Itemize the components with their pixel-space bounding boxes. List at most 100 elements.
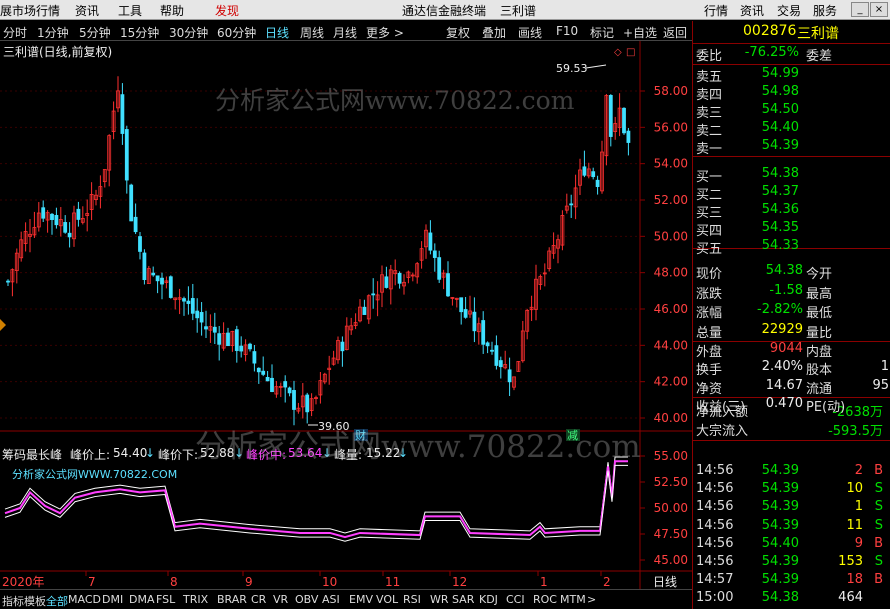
candle-body — [463, 309, 468, 318]
kline-svg[interactable]: 三利谱(日线,前复权) 58.00 56.00 54.00 52.00 50.00 48.… — [0, 41, 692, 589]
indicator-tab[interactable]: BRAR — [217, 593, 247, 606]
menu-help[interactable]: 帮助 — [160, 2, 184, 19]
tab-trade[interactable]: 交易 — [777, 2, 801, 19]
tab-service[interactable]: 服务 — [813, 2, 837, 19]
toolbar-back[interactable]: 返回 — [663, 24, 687, 41]
period-1min[interactable]: 1分钟 — [37, 24, 69, 41]
tick-row: 14:56 54.39 2 B — [693, 463, 890, 481]
indicator-tab[interactable]: TRIX — [183, 593, 208, 606]
indicator-tab[interactable]: 模板 — [24, 593, 46, 609]
price-tick-label: 44.00 — [654, 338, 688, 352]
buy-level-row: 买四 54.35 — [693, 220, 890, 239]
chart-title: 三利谱(日线,前复权) — [3, 44, 112, 59]
candle-body — [622, 107, 626, 134]
stat-value: 1 — [880, 359, 889, 374]
toolbar-mark[interactable]: 标记 — [590, 24, 614, 41]
buy-level-row: 买三 54.36 — [693, 202, 890, 221]
tick-time: 14:56 — [696, 481, 734, 497]
indicator-tab[interactable]: WR — [430, 593, 449, 606]
toolbar-overlay[interactable]: 叠加 — [482, 24, 506, 41]
tick-price: 54.39 — [761, 517, 799, 533]
menu-tools[interactable]: 工具 — [118, 2, 142, 19]
indicator-tab[interactable]: OBV — [295, 593, 318, 606]
indicator-tab[interactable]: CR — [251, 593, 266, 606]
indicator-tab[interactable]: VR — [273, 593, 288, 606]
indicator-tab[interactable]: CCI — [506, 593, 525, 606]
indicator-header: 筹码最长峰 峰价上: 54.40 ↓ 峰价下: 52.88 ↓ 峰价中: 53.… — [0, 446, 640, 462]
period-5min[interactable]: 5分钟 — [79, 24, 111, 41]
indicator-tab[interactable]: 全部 — [46, 593, 68, 609]
candle-body — [472, 311, 477, 332]
indicator-tab[interactable]: MTM — [560, 593, 586, 606]
menu-market[interactable]: 展市场行情 — [0, 2, 60, 19]
stat-value: 95 — [872, 377, 889, 393]
x-axis-month: 8 — [170, 575, 178, 589]
indicator-tab[interactable]: RSI — [403, 593, 421, 606]
period-30min[interactable]: 30分钟 — [169, 24, 208, 41]
indicator-tab[interactable]: ASI — [322, 593, 340, 606]
indicator-tab[interactable]: DMI — [102, 593, 123, 606]
menu-news[interactable]: 资讯 — [75, 2, 99, 19]
candle-body — [582, 166, 587, 176]
candle-body — [292, 390, 296, 410]
indicator-field-label: 峰价上: — [70, 448, 111, 462]
sell-level-price: 54.40 — [761, 120, 799, 135]
tick-direction: S — [874, 481, 883, 497]
toolbar-add-watchlist[interactable]: +自选 — [623, 24, 657, 41]
indicator-tab[interactable]: FSL — [156, 593, 175, 606]
indicator-tab[interactable]: ROC — [533, 593, 557, 606]
period-more[interactable]: 更多 > — [366, 24, 404, 41]
toolbar-fuquan[interactable]: 复权 — [446, 24, 470, 41]
indicator-tick-label: 45.00 — [654, 553, 688, 567]
stat-row: 涨幅 -2.82% 最低 — [693, 302, 890, 321]
indicator-tab[interactable]: SAR — [452, 593, 474, 606]
indicator-tick-label: 47.50 — [654, 527, 688, 541]
chart-area[interactable]: 三利谱(日线,前复权) 58.00 56.00 54.00 52.00 50.00 48.… — [0, 41, 692, 589]
indicator-tab[interactable]: DMA — [129, 593, 155, 606]
period-15min[interactable]: 15分钟 — [120, 24, 159, 41]
candle-body — [270, 377, 274, 393]
price-tick-label: 50.00 — [654, 229, 688, 243]
sell-level-row: 卖二 54.40 — [693, 120, 890, 139]
tab-news[interactable]: 资讯 — [740, 2, 764, 19]
marker-finance[interactable]: 财 — [355, 428, 366, 442]
period-fenshi[interactable]: 分时 — [3, 24, 27, 41]
indicator-field-label: 峰价中: — [246, 448, 287, 462]
sell-level-row: 卖四 54.98 — [693, 84, 890, 103]
menu-discover[interactable]: 发现 — [215, 2, 239, 19]
candle-body — [124, 129, 129, 181]
period-daily[interactable]: 日线 — [265, 24, 289, 41]
stat2-row: 净资 14.67 流通 95 — [693, 377, 890, 397]
tick-direction: B — [874, 463, 883, 478]
period-weekly[interactable]: 周线 — [300, 24, 324, 41]
x-axis-month: 10 — [322, 575, 337, 589]
x-axis-month: 7 — [88, 575, 96, 589]
toolbar-f10[interactable]: F10 — [556, 24, 578, 38]
period-60min[interactable]: 60分钟 — [217, 24, 256, 41]
minimize-icon[interactable]: _ — [851, 2, 869, 17]
candle-body — [494, 345, 499, 366]
tick-row: 14:56 54.39 11 S — [693, 518, 890, 536]
scroll-left-icon[interactable] — [0, 319, 6, 331]
bigflow-label: 大宗流入 — [696, 424, 749, 439]
period-monthly[interactable]: 月线 — [333, 24, 357, 41]
candlesticks — [6, 76, 631, 426]
indicator-name[interactable]: 筹码最长峰 — [2, 446, 62, 463]
weibi-row: 委比 -76.25% 委差 — [693, 45, 890, 64]
candle-body — [437, 257, 442, 280]
indicator-tab[interactable]: MACD — [68, 593, 101, 606]
tab-quote[interactable]: 行情 — [704, 2, 728, 19]
stock-header: 002876 三利谱 — [693, 23, 890, 43]
indicator-tab[interactable]: EMV — [349, 593, 373, 606]
marker-reduce[interactable]: 减 — [567, 429, 578, 442]
toolbar-draw[interactable]: 画线 — [518, 24, 542, 41]
indicator-tab[interactable]: 指标 — [2, 593, 24, 609]
indicator-tab[interactable]: > — [587, 593, 596, 606]
close-icon[interactable]: × — [870, 2, 888, 17]
candle-body — [182, 298, 186, 302]
indicator-tab[interactable]: KDJ — [479, 593, 498, 606]
tick-price: 54.39 — [761, 554, 799, 569]
bigflow-row: 大宗流入 -593.5万 — [693, 420, 890, 439]
buy-level-price: 54.33 — [761, 238, 799, 253]
indicator-tab[interactable]: VOL — [376, 593, 398, 606]
